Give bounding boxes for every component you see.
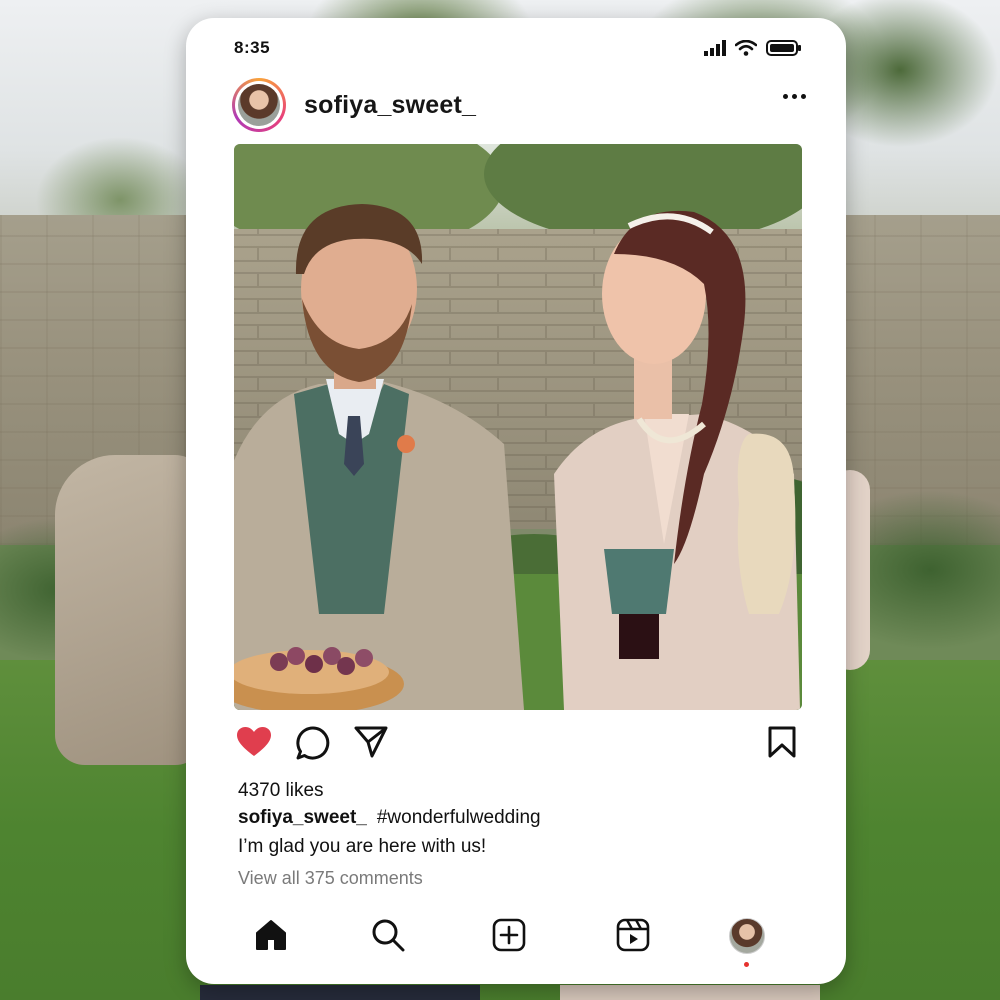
bottom-nav [186,914,846,967]
create-post-icon[interactable] [492,918,526,957]
caption-text: I’m glad you are here with us! [238,836,487,857]
heart-icon[interactable] [236,726,272,763]
caption-hashtag[interactable]: #wonderfulwedding [377,807,541,828]
battery-icon [766,40,802,61]
post-photo[interactable] [234,144,802,710]
status-time: 8:35 [234,38,271,57]
background-groom-sleeve [55,455,205,765]
home-icon[interactable] [254,918,288,957]
search-icon[interactable] [371,918,405,957]
caption-username[interactable]: sofiya_sweet_ [238,807,367,828]
bookmark-icon[interactable] [768,726,796,763]
share-icon[interactable] [354,726,388,763]
post-header: sofiya_sweet_ [232,74,806,136]
background-groom-legs [200,985,480,1000]
more-options-icon[interactable] [783,94,806,99]
post-username[interactable]: sofiya_sweet_ [304,91,476,120]
comment-icon[interactable] [296,726,330,765]
post-caption: sofiya_sweet_ #wonderfulwedding [238,807,541,829]
wifi-icon [734,39,758,61]
profile-avatar[interactable] [729,918,765,967]
wedding-couple-photo [234,144,802,710]
story-ring-avatar[interactable] [232,78,286,132]
status-icons [704,39,802,61]
instagram-post-frame: 8:35 sofiya_sweet_ 4370 likes sofiya_swe… [186,18,846,984]
status-bar: 8:35 [186,18,846,78]
reels-icon[interactable] [616,918,650,957]
signal-icon [704,40,726,61]
notification-dot [744,962,749,967]
likes-count[interactable]: 4370 likes [238,780,324,802]
post-actions [236,726,796,762]
avatar [238,84,280,126]
view-comments-link[interactable]: View all 375 comments [238,868,423,889]
avatar [729,918,765,954]
background-bride-dress [560,985,820,1000]
